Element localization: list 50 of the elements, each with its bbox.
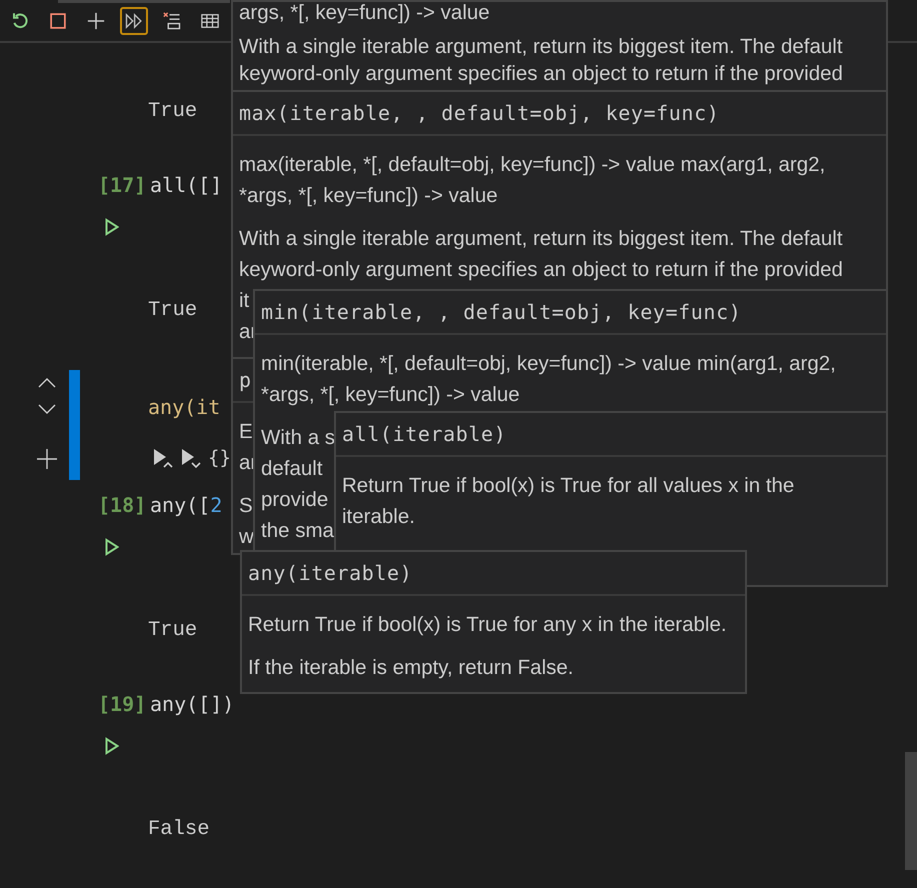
add-cell-button[interactable] — [36, 448, 58, 470]
code-line[interactable]: any([2 — [150, 490, 222, 520]
doc-text: default — [261, 456, 323, 482]
run-below-button[interactable] — [180, 447, 202, 470]
restart-icon — [10, 10, 30, 30]
doc-text: it — [239, 288, 250, 314]
run-above-button[interactable] — [152, 447, 174, 470]
doc-text: With a single iterable argument, return its biggest item. The default — [239, 36, 843, 58]
signature-text: any(iterable) — [242, 552, 745, 596]
signature-text: min(iterable, , default=obj, key=func) — [255, 291, 886, 335]
signature-text: max(iterable, , default=obj, key=func) — [233, 92, 886, 136]
code-line[interactable]: any([]) — [150, 689, 234, 719]
doc-text: With a s — [261, 425, 336, 451]
code-line[interactable]: any(it — [148, 392, 220, 422]
doc-text: w — [239, 524, 254, 550]
variables-button[interactable]: {} — [208, 444, 231, 472]
doc-text: keyword-only argument specifies an object to return if the provided — [239, 61, 843, 87]
execution-count: [17] — [98, 172, 148, 199]
doc-text: args, *[, key=func]) -> value — [239, 2, 490, 24]
output-text: True — [148, 98, 198, 125]
output-text: True — [148, 298, 198, 324]
doc-text: Return True if bool(x) is True for any x in the iterable. — [248, 612, 727, 638]
run-button[interactable] — [105, 218, 119, 236]
signature-text: all(iterable) — [336, 413, 886, 457]
doc-text: *args, *[, key=func]) -> value — [239, 183, 498, 209]
output-text: False — [148, 816, 210, 843]
run-all-icon — [124, 10, 144, 30]
plus-icon — [86, 10, 106, 30]
execution-count: [19] — [98, 691, 148, 718]
stop-icon — [48, 10, 68, 30]
doc-text: Return True if bool(x) is True for all values x in the — [342, 473, 794, 499]
execution-count: [18] — [98, 492, 148, 519]
doc-text: provide — [261, 487, 328, 513]
doc-text: S — [239, 493, 253, 519]
clear-outputs-icon — [162, 10, 182, 30]
doc-text: With a single iterable argument, return its biggest item. The default — [239, 226, 843, 252]
doc-text: If the iterable is empty, return False. — [248, 655, 574, 681]
doc-text: iterable. — [342, 504, 415, 530]
scrollbar-thumb[interactable] — [905, 752, 917, 870]
output-text: True — [148, 618, 198, 644]
move-up-button[interactable] — [36, 376, 56, 390]
run-button[interactable] — [105, 737, 119, 755]
doc-text: the sma — [261, 518, 334, 544]
code-line[interactable]: all([] — [150, 170, 222, 200]
run-all-button[interactable] — [120, 6, 148, 34]
run-button[interactable] — [105, 538, 119, 556]
doc-text: keyword-only argument specifies an object to return if the provided — [239, 257, 843, 283]
doc-text: max(iterable, *[, default=obj, key=func]) -> value max(arg1, arg2, — [239, 152, 826, 178]
doc-text: E — [239, 419, 253, 445]
move-down-button[interactable] — [36, 402, 56, 416]
